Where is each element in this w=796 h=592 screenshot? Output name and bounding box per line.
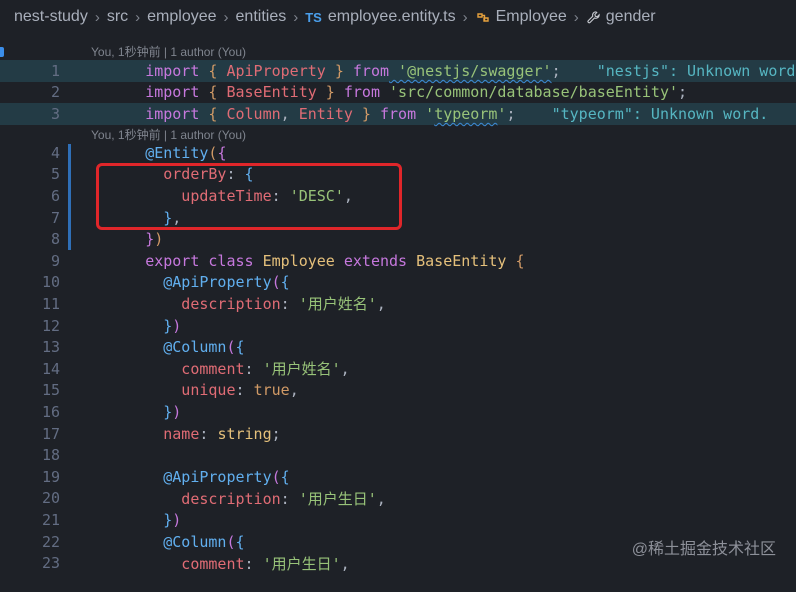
line-number: 22: [41, 532, 60, 551]
class-symbol-icon: [475, 9, 491, 25]
typescript-file-icon: TS: [305, 9, 322, 25]
line-number: 1: [50, 61, 60, 80]
breadcrumb-item-project[interactable]: nest-study: [14, 8, 88, 26]
breadcrumb-item-src[interactable]: src: [107, 8, 128, 26]
activity-indicator: [0, 47, 4, 57]
wrench-icon: [586, 10, 601, 25]
string-literal: typeorm: [434, 104, 498, 123]
line-number: 13: [41, 338, 60, 357]
line-number: 9: [50, 251, 60, 270]
property: name: [145, 424, 200, 443]
brace: }: [352, 104, 380, 123]
breadcrumb-item-property[interactable]: gender: [606, 8, 656, 26]
string-literal: '用户生日': [298, 489, 377, 508]
line-number: 12: [41, 316, 60, 335]
line-number: 5: [50, 165, 60, 184]
identifier: Column: [226, 104, 281, 123]
line-number: 11: [41, 294, 60, 313]
keyword: import: [145, 104, 200, 123]
punctuation: ,: [340, 554, 350, 573]
punctuation: ,: [340, 360, 350, 379]
line-number: 7: [50, 208, 60, 227]
line-number: 8: [50, 230, 60, 249]
line-number: 20: [41, 489, 60, 508]
brace: {: [199, 104, 227, 123]
chevron-right-icon: ›: [462, 8, 468, 26]
keyword: from: [380, 104, 417, 123]
punctuation: ,: [289, 381, 299, 400]
class-name: BaseEntity: [416, 251, 507, 270]
chevron-right-icon: ›: [573, 8, 579, 26]
line-number: 3: [50, 104, 60, 123]
string-literal: '用户姓名': [298, 295, 377, 314]
punctuation: ,: [376, 295, 386, 314]
brace: {: [506, 251, 525, 270]
boolean-literal: true: [253, 381, 290, 400]
line-number: 4: [50, 143, 60, 162]
string-literal: ': [416, 104, 435, 123]
line-number: 18: [41, 446, 60, 465]
keyword: extends: [334, 251, 417, 270]
punctuation: :: [280, 489, 299, 508]
punctuation: :: [235, 381, 254, 400]
code-line[interactable]: 17 name: string;: [0, 423, 796, 445]
punctuation: ;: [271, 424, 281, 443]
line-number: 16: [41, 402, 60, 421]
chevron-right-icon: ›: [94, 8, 100, 26]
line-number: 19: [41, 467, 60, 486]
line-number: 14: [41, 359, 60, 378]
punctuation: :: [244, 554, 263, 573]
line-number: 21: [41, 510, 60, 529]
breadcrumb-item-file[interactable]: employee.entity.ts: [328, 8, 456, 26]
line-number: 6: [50, 186, 60, 205]
code-line[interactable]: 3 import { Column, Entity } from 'typeor…: [0, 103, 796, 125]
identifier: Entity: [298, 104, 353, 123]
punctuation: ,: [280, 104, 299, 123]
string-literal: '用户生日': [262, 554, 341, 573]
chevron-right-icon: ›: [293, 8, 299, 26]
line-number: 2: [50, 83, 60, 102]
breadcrumb-item-employee[interactable]: employee: [147, 8, 216, 26]
punctuation: :: [280, 295, 299, 314]
punctuation: ,: [376, 489, 386, 508]
line-number: 15: [41, 381, 60, 400]
chevron-right-icon: ›: [135, 8, 141, 26]
watermark: @稀土掘金技术社区: [631, 541, 776, 558]
punctuation: :: [199, 424, 218, 443]
chevron-right-icon: ›: [223, 8, 229, 26]
breadcrumb-item-symbol[interactable]: Employee: [496, 8, 567, 26]
line-number: 17: [41, 424, 60, 443]
spell-warning: "typeorm": Unknown word.: [515, 104, 769, 123]
line-number: 23: [41, 554, 60, 573]
type-name: string: [217, 424, 272, 443]
line-number: 10: [41, 273, 60, 292]
breadcrumb-item-entities[interactable]: entities: [236, 8, 287, 26]
highlight-annotation-box: [96, 163, 402, 230]
property: comment: [145, 554, 245, 573]
breadcrumb: nest-study › src › employee › entities ›…: [0, 0, 796, 34]
